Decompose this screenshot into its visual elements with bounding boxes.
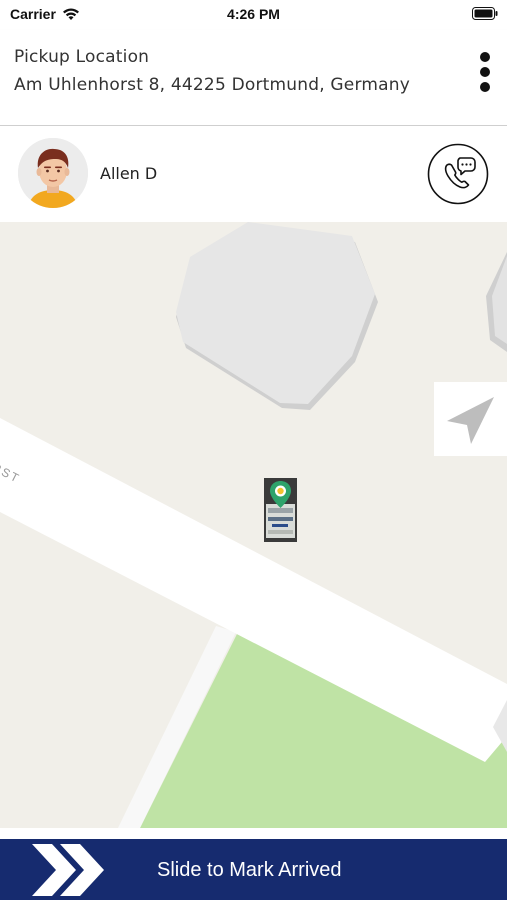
status-time: 4:26 PM xyxy=(227,6,280,22)
more-vertical-icon xyxy=(480,52,490,62)
status-bar: Carrier 4:26 PM xyxy=(0,0,507,30)
more-options-button[interactable] xyxy=(470,50,500,94)
driver-row: Allen D xyxy=(0,126,507,222)
pickup-label: Pickup Location xyxy=(14,47,150,67)
car-location-marker-icon xyxy=(264,478,297,542)
building xyxy=(176,222,375,404)
map-layer xyxy=(0,222,507,828)
battery-icon xyxy=(472,7,498,20)
double-chevron-right-icon xyxy=(32,844,104,896)
more-vertical-icon-dot xyxy=(480,82,490,92)
bottom-separator xyxy=(0,828,507,839)
phone-chat-icon xyxy=(427,143,489,205)
slide-to-arrive-slider[interactable]: Slide to Mark Arrived xyxy=(0,839,507,900)
map-view[interactable]: RST xyxy=(0,222,507,828)
navigation-arrow-icon xyxy=(447,397,494,444)
call-button[interactable] xyxy=(427,143,489,205)
driver-avatar xyxy=(18,138,88,208)
avatar xyxy=(18,138,88,208)
pickup-header: Pickup Location Am Uhlenhorst 8, 44225 D… xyxy=(0,30,507,126)
recenter-location-button[interactable] xyxy=(434,382,507,456)
slider-handle[interactable] xyxy=(30,842,108,898)
slider-label: Slide to Mark Arrived xyxy=(157,859,342,881)
car-location-marker[interactable] xyxy=(264,478,297,542)
driver-name: Allen D xyxy=(100,164,158,183)
more-vertical-icon-dot xyxy=(480,67,490,77)
pickup-address: Am Uhlenhorst 8, 44225 Dortmund, Germany xyxy=(14,75,410,95)
